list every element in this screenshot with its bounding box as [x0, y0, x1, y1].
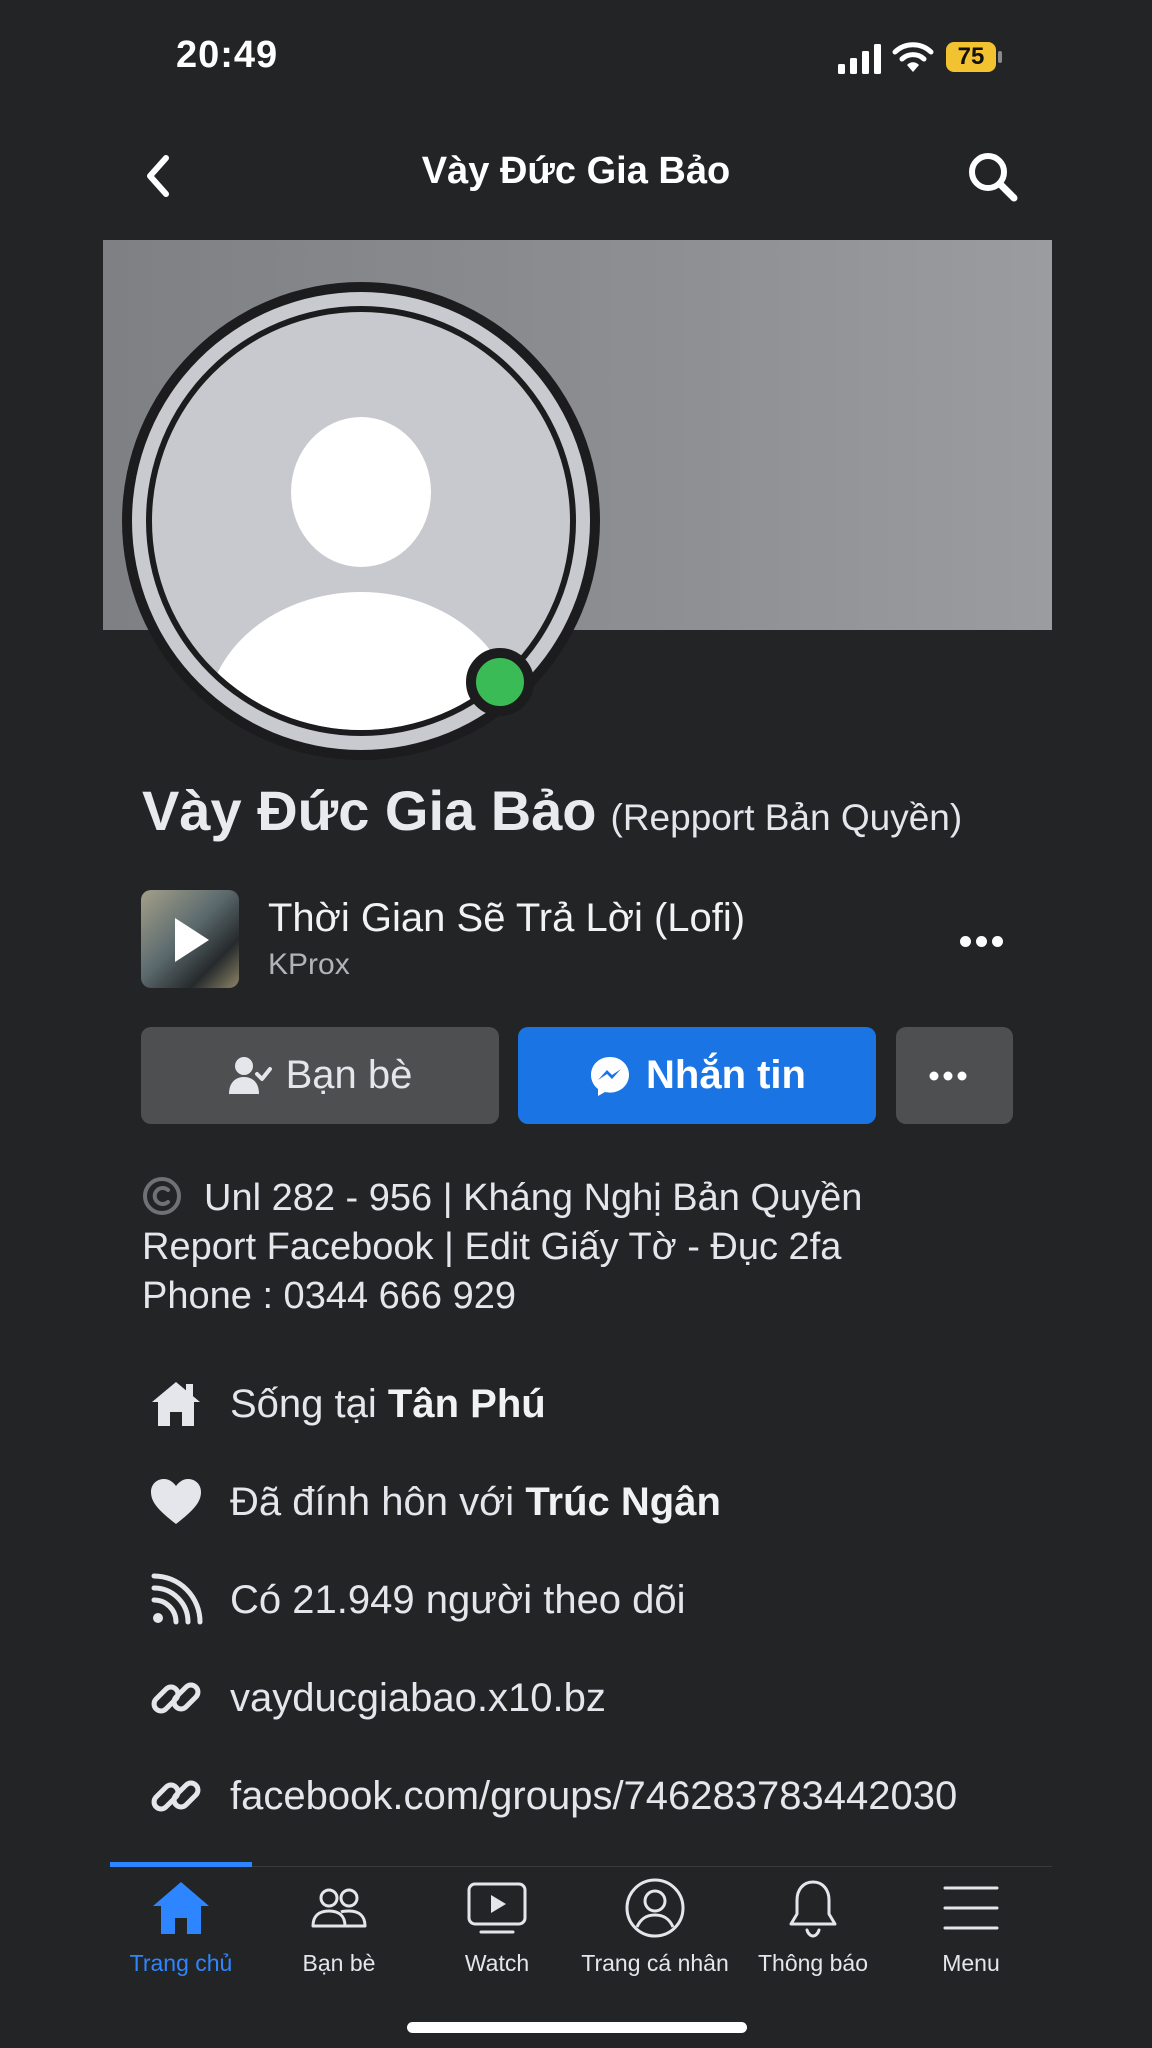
- profile-icon: [625, 1878, 685, 1938]
- online-status-indicator: [466, 648, 534, 716]
- followers-text: Có 21.949 người theo dõi: [230, 1577, 686, 1622]
- detail-group-link[interactable]: facebook.com/groups/746283783442030: [148, 1766, 957, 1826]
- bio: Unl 282 - 956 | Kháng Nghị Bản Quyền Rep…: [142, 1174, 862, 1321]
- cellular-signal-icon: [838, 44, 881, 74]
- bio-line-2: Report Facebook | Edit Giấy Tờ - Đục 2fa: [142, 1226, 842, 1268]
- detail-followers[interactable]: Có 21.949 người theo dõi: [148, 1570, 686, 1630]
- bell-icon: [789, 1880, 837, 1938]
- website-link[interactable]: vayducgiabao.x10.bz: [230, 1676, 606, 1721]
- copyright-icon: [143, 1177, 181, 1215]
- music-artist: KProx: [268, 948, 350, 981]
- bio-line-3: Phone : 0344 666 929: [142, 1275, 517, 1317]
- home-icon: [153, 1882, 209, 1934]
- more-icon: [929, 1071, 966, 1080]
- profile-name: Vày Đức Gia Bảo (Repport Bản Quyền): [142, 778, 962, 843]
- detail-website[interactable]: vayducgiabao.x10.bz: [148, 1668, 606, 1728]
- music-title[interactable]: Thời Gian Sẽ Trả Lời (Lofi): [268, 896, 745, 941]
- home-icon: [152, 1382, 200, 1426]
- nav-notifications[interactable]: Thông báo: [733, 1876, 893, 1977]
- music-more-icon[interactable]: [960, 936, 1004, 948]
- play-icon[interactable]: [175, 918, 209, 962]
- wifi-icon: [892, 42, 934, 72]
- profile-name-suffix: (Repport Bản Quyền): [610, 797, 963, 838]
- message-button-label: Nhắn tin: [646, 1053, 806, 1097]
- music-thumbnail[interactable]: [141, 890, 239, 988]
- nav-active-indicator: [110, 1862, 252, 1867]
- more-actions-button[interactable]: [896, 1027, 1013, 1124]
- menu-icon: [943, 1886, 999, 1930]
- nav-menu[interactable]: Menu: [891, 1876, 1051, 1977]
- profile-page: 20:49 75 Vày Đức Gia Bảo Vày Đức Gia Bảo…: [0, 0, 1152, 2048]
- link-icon: [151, 1780, 201, 1812]
- relationship-name[interactable]: Trúc Ngân: [525, 1480, 721, 1525]
- video-icon: [467, 1882, 527, 1934]
- friends-icon: [311, 1888, 367, 1928]
- nav-home[interactable]: Trang chủ: [101, 1876, 261, 1977]
- lives-place[interactable]: Tân Phú: [388, 1382, 546, 1427]
- group-link[interactable]: facebook.com/groups/746283783442030: [230, 1774, 957, 1819]
- rss-icon: [151, 1573, 203, 1625]
- battery-icon: 75: [946, 42, 1002, 72]
- message-button[interactable]: Nhắn tin: [518, 1027, 876, 1124]
- link-icon: [151, 1682, 201, 1714]
- nav-friends[interactable]: Bạn bè: [259, 1876, 419, 1977]
- home-indicator[interactable]: [407, 2022, 747, 2033]
- heart-icon: [151, 1479, 201, 1524]
- messenger-icon: [591, 1056, 629, 1096]
- detail-lives-in[interactable]: Sống tại Tân Phú: [148, 1374, 546, 1434]
- detail-relationship[interactable]: Đã đính hôn với Trúc Ngân: [148, 1472, 721, 1532]
- friends-button[interactable]: Bạn bè: [141, 1027, 499, 1124]
- bio-line-1: Unl 282 - 956 | Kháng Nghị Bản Quyền: [204, 1177, 863, 1219]
- profile-name-main: Vày Đức Gia Bảo: [142, 779, 597, 842]
- friend-check-icon: [228, 1056, 272, 1094]
- friends-button-label: Bạn bè: [285, 1053, 413, 1097]
- search-icon[interactable]: [966, 150, 1020, 204]
- battery-level: 75: [946, 42, 996, 72]
- nav-watch[interactable]: Watch: [417, 1876, 577, 1977]
- nav-profile[interactable]: Trang cá nhân: [575, 1876, 735, 1977]
- status-time: 20:49: [176, 34, 279, 76]
